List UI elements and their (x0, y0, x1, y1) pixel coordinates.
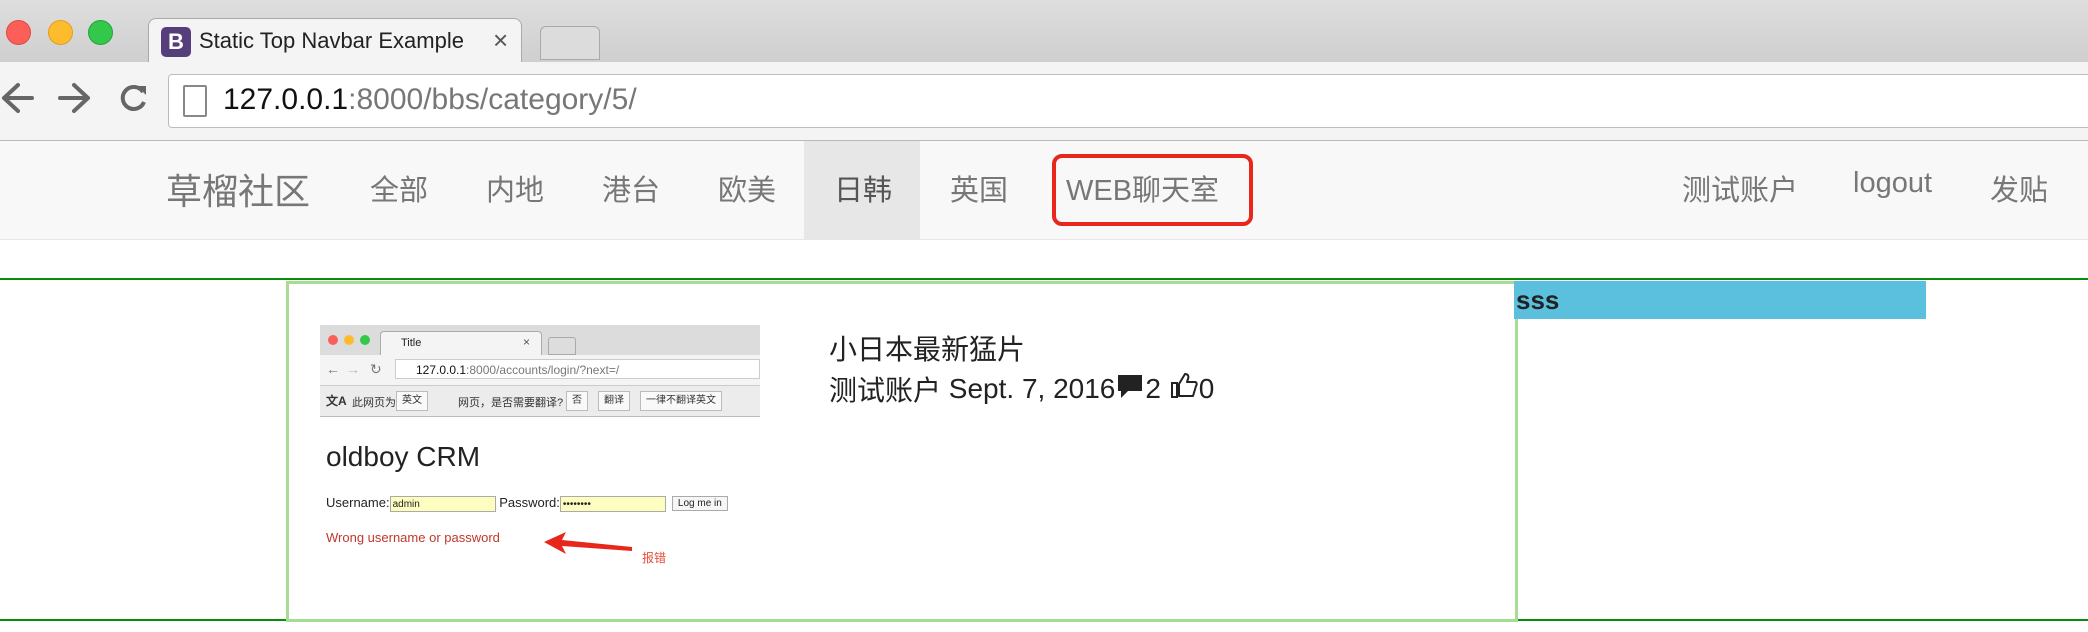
comment-count: 2 (1145, 373, 1161, 404)
thumb-new-tab (548, 337, 576, 355)
tab-title: Static Top Navbar Example (199, 28, 464, 53)
navbar-brand[interactable]: 草榴社区 (166, 163, 310, 215)
post-title[interactable]: 小日本最新猛片 (829, 328, 1025, 368)
forward-arrow-icon[interactable] (56, 78, 92, 126)
site-navbar: 草榴社区 全部 内地 港台 欧美 日韩 英国 WEB聊天室 测试账户 logou… (0, 141, 2088, 240)
thumb-back-icon: ← (326, 361, 340, 377)
thumb-tab-title: Title (401, 337, 422, 349)
browser-tab-bar: B Static Top Navbar Example × (0, 0, 2088, 63)
thumb-translate-yes: 翻译 (598, 391, 630, 411)
page-icon (183, 85, 207, 117)
thumb-heading: oldboy CRM (326, 441, 481, 472)
thumb-login-button: Log me in (671, 496, 728, 512)
sidebar-text: sss (1516, 285, 1560, 315)
thumb-tab-close-icon: × (523, 335, 531, 349)
thumb-password-field: •••••••• (559, 495, 666, 512)
nav-link-mainland[interactable]: 内地 (486, 167, 544, 209)
thumb-close-dot (328, 335, 338, 345)
thumb-login-form: Username: admin Password: •••••••• Log me i… (326, 495, 728, 512)
post-date: Sept. 7, 2016 (948, 373, 1116, 404)
nav-link-japan-korea[interactable]: 日韩 (834, 167, 892, 209)
maximize-window-button[interactable] (88, 20, 113, 45)
close-window-button[interactable] (6, 20, 31, 45)
browser-toolbar: 127.0.0.1:8000/bbs/category/5/ (0, 62, 2088, 141)
annotation-arrow-icon (544, 532, 632, 554)
thumb-url: 127.0.0.1:8000/accounts/login/?next=/ (395, 359, 760, 379)
thumb-error-text: Wrong username or password (326, 530, 500, 545)
thumb-translate-no: 否 (566, 391, 588, 411)
address-bar[interactable]: 127.0.0.1:8000/bbs/category/5/ (168, 74, 2088, 128)
nav-link-logout[interactable]: logout (1853, 167, 1932, 200)
thumb-translate-question: 网页，是否需要翻译? (458, 397, 564, 409)
nav-link-hk-tw[interactable]: 港台 (602, 167, 660, 209)
thumb-tab: Title × (380, 331, 542, 356)
thumb-minimize-dot (344, 335, 354, 345)
thumb-translate-bar: 文A 此网页为 英文 网页，是否需要翻译? 否 翻译 一律不翻译英文 (320, 386, 760, 417)
post-thumbnail[interactable]: Title × ← → ↻ 127.0.0.1:8000/accounts/lo… (320, 325, 760, 575)
thumb-maximize-dot (360, 335, 370, 345)
nav-link-uk[interactable]: 英国 (950, 167, 1008, 209)
thumb-username-label: Username: (326, 495, 390, 510)
thumbs-up-icon[interactable] (1169, 371, 1199, 408)
post-meta: 测试账户 Sept. 7, 2016 2 0 (829, 369, 1214, 409)
highlight-annotation-box (1052, 154, 1253, 226)
thumb-translate-prefix: 此网页为 (352, 397, 396, 409)
top-divider (0, 278, 2088, 280)
thumb-translate-never: 一律不翻译英文 (640, 391, 722, 411)
thumb-reload-icon: ↻ (370, 361, 382, 377)
like-count: 0 (1198, 373, 1215, 404)
thumb-translate-lang: 英文 (396, 391, 428, 411)
nav-link-all[interactable]: 全部 (370, 167, 428, 209)
browser-tab[interactable]: B Static Top Navbar Example × (148, 18, 522, 63)
nav-link-new-post[interactable]: 发贴 (1990, 167, 2048, 209)
minimize-window-button[interactable] (48, 20, 73, 45)
thumb-username-field: admin (389, 495, 496, 512)
sidebar-panel: sss (1514, 281, 1926, 319)
bootstrap-favicon-icon: B (161, 27, 191, 57)
back-arrow-icon[interactable] (0, 78, 36, 126)
thumb-toolbar: ← → ↻ 127.0.0.1:8000/accounts/login/?nex… (320, 355, 760, 386)
url-text: 127.0.0.1:8000/bbs/category/5/ (223, 83, 637, 116)
comment-icon (1115, 371, 1145, 408)
nav-link-account[interactable]: 测试账户 (1682, 167, 1798, 209)
thumb-tab-bar: Title × (320, 325, 760, 356)
reload-icon[interactable] (116, 78, 150, 127)
thumb-password-label: Password: (499, 495, 560, 510)
thumb-forward-icon: → (346, 361, 360, 377)
post-author: 测试账户 (829, 375, 942, 406)
nav-link-europe-america[interactable]: 欧美 (718, 167, 776, 209)
thumb-annotation-text: 报错 (642, 551, 667, 565)
thumb-translate-icon: 文A (326, 394, 347, 408)
tab-close-icon[interactable]: × (493, 25, 508, 56)
new-tab-button[interactable] (540, 26, 600, 60)
